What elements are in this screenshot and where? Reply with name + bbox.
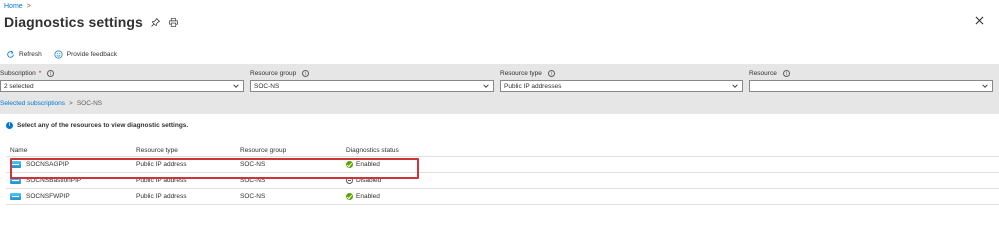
info-icon[interactable]: i [47, 70, 55, 77]
print-icon[interactable] [169, 17, 179, 27]
provide-feedback-button[interactable]: Provide feedback [54, 50, 117, 59]
row-status: Disabled [356, 177, 382, 184]
enabled-check-icon [346, 193, 353, 200]
scope-breadcrumb: Selected subscriptions > SOC-NS [0, 100, 102, 107]
public-ip-icon [10, 161, 21, 168]
provide-feedback-label: Provide feedback [66, 51, 117, 58]
row-name[interactable]: SOCNSAGPIP [26, 161, 69, 168]
row-resource-type: Public IP address [136, 177, 187, 184]
resource-group-filter: Resource group i SOC-NS [250, 70, 494, 92]
filter-panel: Subscription * i 2 selected Resource gro… [0, 64, 999, 114]
table-header: Name Resource type Resource group Diagno… [6, 144, 999, 157]
chevron-down-icon [483, 84, 489, 88]
chevron-down-icon [982, 84, 988, 88]
refresh-label: Refresh [19, 51, 42, 58]
table-row[interactable]: SOCNSFWPIP Public IP address SOC-NS Enab… [6, 189, 999, 205]
resource-filter: Resource i [749, 70, 993, 92]
refresh-button[interactable]: Refresh [6, 50, 42, 59]
breadcrumb-separator: > [26, 3, 31, 10]
header-name[interactable]: Name [6, 147, 136, 154]
header-diagnostics-status[interactable]: Diagnostics status [346, 147, 446, 154]
close-icon[interactable] [975, 16, 985, 26]
chevron-down-icon [233, 84, 239, 88]
info-notice: i Select any of the resources to view di… [6, 122, 188, 129]
info-icon[interactable]: i [782, 70, 790, 77]
scope-current: SOC-NS [76, 100, 103, 107]
table-row[interactable]: SOCNSAGPIP Public IP address SOC-NS Enab… [6, 157, 999, 173]
title-row: Diagnostics settings [4, 14, 179, 30]
info-icon: i [6, 122, 13, 129]
subscription-filter: Subscription * i 2 selected [0, 70, 244, 92]
chevron-down-icon [732, 84, 738, 88]
row-resource-type: Public IP address [136, 193, 187, 200]
row-resource-group: SOC-NS [240, 193, 266, 200]
notice-text: Select any of the resources to view diag… [17, 122, 189, 129]
scope-separator: > [69, 100, 73, 107]
required-mark: * [38, 70, 42, 77]
smiley-icon [54, 50, 63, 59]
breadcrumb: Home > [4, 3, 31, 10]
pin-icon[interactable] [151, 17, 161, 27]
resource-select[interactable] [749, 80, 993, 92]
info-icon[interactable]: i [547, 70, 555, 77]
resources-table: Name Resource type Resource group Diagno… [6, 144, 999, 205]
row-resource-group: SOC-NS [240, 177, 266, 184]
row-status: Enabled [356, 161, 380, 168]
resource-type-select[interactable]: Public IP addresses [500, 80, 743, 92]
public-ip-icon [10, 177, 21, 184]
resource-type-label: Resource type i [500, 70, 743, 77]
resource-type-filter: Resource type i Public IP addresses [500, 70, 743, 92]
row-status: Enabled [356, 193, 380, 200]
header-resource-group[interactable]: Resource group [240, 147, 346, 154]
enabled-check-icon [346, 161, 353, 168]
row-resource-group: SOC-NS [240, 161, 266, 168]
row-name[interactable]: SOCNSBastionPIP [26, 177, 81, 184]
subscription-label: Subscription * i [0, 70, 244, 77]
disabled-icon [346, 177, 353, 184]
row-name[interactable]: SOCNSFWPIP [26, 193, 70, 200]
resource-group-label: Resource group i [250, 70, 494, 77]
row-resource-type: Public IP address [136, 161, 187, 168]
subscription-select[interactable]: 2 selected [0, 80, 244, 92]
refresh-icon [7, 50, 14, 58]
resource-label: Resource i [749, 70, 993, 77]
info-icon[interactable]: i [302, 70, 310, 77]
header-resource-type[interactable]: Resource type [136, 147, 240, 154]
table-row[interactable]: SOCNSBastionPIP Public IP address SOC-NS… [6, 173, 999, 189]
page-title: Diagnostics settings [4, 14, 143, 30]
public-ip-icon [10, 193, 21, 200]
resource-group-select[interactable]: SOC-NS [250, 80, 494, 92]
toolbar: Refresh Provide feedback [6, 50, 117, 59]
selected-subscriptions-link[interactable]: Selected subscriptions [0, 100, 65, 107]
breadcrumb-home-link[interactable]: Home [4, 3, 23, 10]
